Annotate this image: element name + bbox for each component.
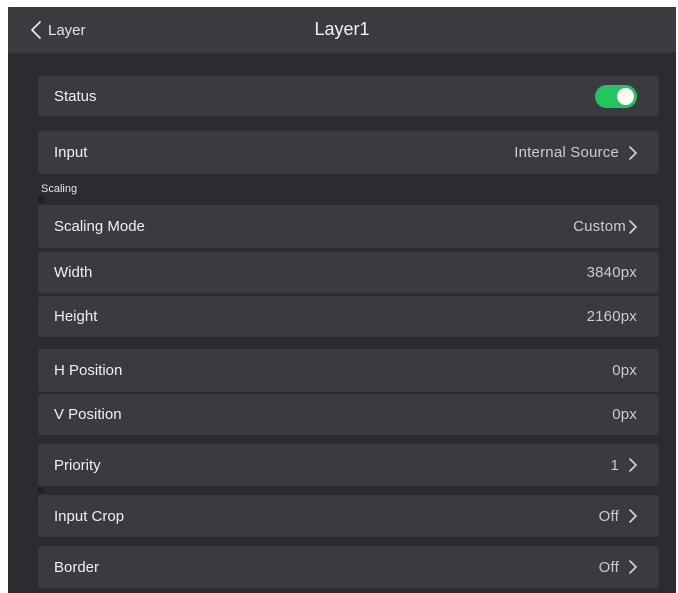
v-position-label: V Position bbox=[54, 406, 122, 423]
page-title: Layer1 bbox=[314, 19, 370, 39]
section-marker bbox=[38, 487, 44, 493]
scaling-mode-row[interactable]: Scaling Mode Custom bbox=[38, 205, 659, 248]
width-value[interactable]: 3840px bbox=[587, 264, 637, 281]
top-bar: Layer Layer1 bbox=[8, 7, 676, 53]
section-marker bbox=[38, 197, 44, 203]
v-position-row[interactable]: V Position 0px bbox=[38, 394, 659, 435]
v-position-value[interactable]: 0px bbox=[612, 406, 637, 423]
height-row[interactable]: Height 2160px bbox=[38, 296, 659, 337]
border-value: Off bbox=[598, 558, 619, 576]
input-crop-label: Input Crop bbox=[54, 507, 125, 525]
status-toggle[interactable] bbox=[595, 84, 637, 108]
input-crop-value: Off bbox=[598, 507, 619, 525]
input-crop-row[interactable]: Input Crop Off bbox=[38, 495, 659, 537]
toggle-knob bbox=[617, 87, 634, 105]
border-label: Border bbox=[54, 558, 100, 576]
chevron-right-icon bbox=[629, 145, 637, 160]
priority-value: 1 bbox=[610, 456, 619, 474]
chevron-right-icon bbox=[629, 458, 637, 472]
height-value[interactable]: 2160px bbox=[587, 308, 637, 325]
h-position-label: H Position bbox=[54, 362, 123, 379]
scaling-mode-value: Custom bbox=[573, 218, 626, 235]
layer-settings-panel: Layer Layer1 Status Input Internal Sourc… bbox=[8, 7, 676, 593]
width-row[interactable]: Width 3840px bbox=[38, 252, 659, 293]
width-label: Width bbox=[54, 264, 93, 281]
border-row[interactable]: Border Off bbox=[38, 546, 659, 588]
h-position-value[interactable]: 0px bbox=[612, 362, 637, 379]
chevron-right-icon bbox=[629, 560, 637, 574]
chevron-right-icon bbox=[629, 509, 637, 523]
input-value: Internal Source bbox=[514, 144, 619, 161]
scaling-section-label: Scaling bbox=[41, 183, 78, 195]
input-row[interactable]: Input Internal Source bbox=[38, 131, 659, 174]
status-row: Status bbox=[38, 76, 659, 116]
priority-label: Priority bbox=[54, 456, 101, 474]
chevron-right-icon bbox=[629, 219, 637, 234]
priority-row[interactable]: Priority 1 bbox=[38, 444, 659, 486]
input-label: Input bbox=[54, 144, 88, 161]
height-label: Height bbox=[54, 308, 98, 325]
status-label: Status bbox=[54, 87, 97, 105]
h-position-row[interactable]: H Position 0px bbox=[38, 349, 659, 392]
scaling-mode-label: Scaling Mode bbox=[54, 218, 145, 235]
